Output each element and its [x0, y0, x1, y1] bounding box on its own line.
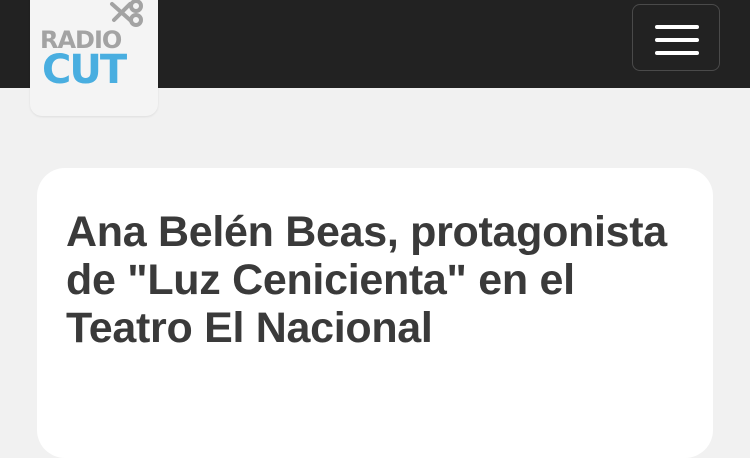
- menu-bar: [655, 38, 699, 42]
- article-title: Ana Belén Beas, protagonista de "Luz Cen…: [66, 208, 667, 352]
- radiocut-logo[interactable]: RADIO CUT: [30, 0, 158, 116]
- menu-bar: [655, 51, 699, 55]
- top-navigation-bar: RADIO CUT: [0, 0, 750, 116]
- menu-button[interactable]: [632, 4, 720, 71]
- logo-text-cut: CUT: [42, 47, 127, 93]
- menu-bar: [655, 25, 699, 29]
